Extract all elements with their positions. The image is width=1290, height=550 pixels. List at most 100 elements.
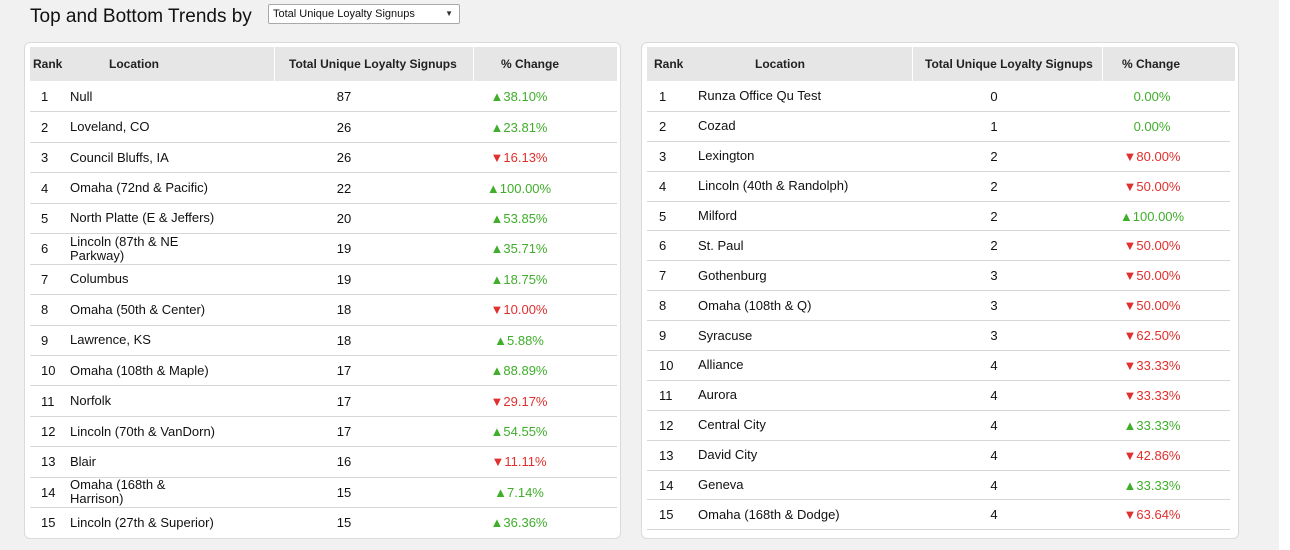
rank-cell: 6 — [659, 238, 667, 254]
location-cell: Omaha (168th & Dodge) — [698, 506, 840, 522]
value-cell: 20 — [336, 210, 352, 226]
change-cell: ▲ 100.00% — [454, 173, 584, 202]
change-value: 38.10% — [503, 89, 548, 105]
table-row[interactable]: 1 Runza Office Qu Test 0 0.00% — [647, 82, 1230, 112]
value-cell: 22 — [336, 180, 352, 196]
table-row[interactable]: 4 Omaha (72nd & Pacific) 22 ▲ 100.00% — [30, 173, 617, 204]
value-cell: 4 — [990, 357, 998, 373]
value-cell: 0 — [990, 88, 998, 104]
table-row[interactable]: 8 Omaha (50th & Center) 18 ▼ 10.00% — [30, 295, 617, 326]
down-arrow-icon: ▼ — [1123, 178, 1137, 194]
table-row[interactable]: 6 St. Paul 2 ▼ 50.00% — [647, 231, 1230, 262]
table-row[interactable]: 3 Lexington 2 ▼ 80.00% — [647, 142, 1230, 172]
table-row[interactable]: 15 Lincoln (27th & Superior) 15 ▲ 36.36% — [30, 508, 617, 538]
table-row[interactable]: 10 Omaha (108th & Maple) 17 ▲ 88.89% — [30, 356, 617, 387]
table-row[interactable]: 12 Central City 4 ▲ 33.33% — [647, 411, 1230, 441]
value-cell: 19 — [336, 241, 352, 257]
change-value: 18.75% — [503, 271, 548, 287]
value-cell: 17 — [336, 363, 352, 379]
change-value: 54.55% — [503, 424, 548, 440]
rank-cell: 11 — [41, 393, 55, 409]
location-cell: Null — [70, 88, 93, 104]
change-header[interactable]: % Change — [1122, 47, 1180, 81]
location-cell: Blair — [70, 453, 97, 469]
change-value: 33.33% — [1136, 387, 1181, 403]
change-value: 36.36% — [503, 515, 548, 531]
location-header[interactable]: Location — [109, 47, 159, 81]
change-value: 29.17% — [503, 393, 548, 409]
rank-cell: 14 — [41, 484, 56, 500]
change-cell: 0.00% — [1087, 112, 1217, 141]
value-cell: 1 — [990, 118, 998, 134]
location-cell: Lincoln (70th & VanDorn) — [70, 423, 216, 439]
rank-cell: 11 — [659, 387, 673, 403]
table-row[interactable]: 5 Milford 2 ▲ 100.00% — [647, 202, 1230, 232]
up-arrow-icon: ▲ — [490, 119, 504, 135]
table-header: Rank Location Total Unique Loyalty Signu… — [647, 47, 1235, 81]
change-header[interactable]: % Change — [501, 47, 559, 81]
table-row[interactable]: 11 Norfolk 17 ▼ 29.17% — [30, 386, 617, 417]
table-row[interactable]: 1 Null 87 ▲ 38.10% — [30, 82, 617, 113]
change-cell: ▲ 53.85% — [454, 204, 584, 233]
change-cell: ▲ 7.14% — [454, 478, 584, 507]
value-cell: 26 — [336, 119, 352, 135]
table-row[interactable]: 14 Omaha (168th & Harrison) 15 ▲ 7.14% — [30, 478, 617, 509]
table-row[interactable]: 4 Lincoln (40th & Randolph) 2 ▼ 50.00% — [647, 172, 1230, 202]
up-arrow-icon: ▲ — [1119, 208, 1133, 224]
value-header[interactable]: Total Unique Loyalty Signups — [925, 47, 1093, 81]
location-cell: Loveland, CO — [70, 119, 150, 135]
table-row[interactable]: 14 Geneva 4 ▲ 33.33% — [647, 471, 1230, 501]
table-row[interactable]: 7 Gothenburg 3 ▼ 50.00% — [647, 261, 1230, 292]
table-row[interactable]: 15 Omaha (168th & Dodge) 4 ▼ 63.64% — [647, 500, 1230, 531]
table-row[interactable]: 13 David City 4 ▼ 42.86% — [647, 441, 1230, 471]
location-cell: Norfolk — [70, 393, 112, 409]
change-value: 33.33% — [1136, 477, 1181, 493]
table-row[interactable]: 7 Columbus 19 ▲ 18.75% — [30, 265, 617, 296]
table-row[interactable]: 12 Lincoln (70th & VanDorn) 17 ▲ 54.55% — [30, 417, 617, 448]
change-value: 63.64% — [1136, 507, 1181, 523]
table-row[interactable]: 2 Cozad 1 0.00% — [647, 112, 1230, 142]
location-cell: North Platte (E & Jeffers) — [70, 210, 215, 226]
rank-header[interactable]: Rank — [654, 47, 683, 81]
metric-dropdown-value: Total Unique Loyalty Signups — [273, 8, 415, 20]
location-cell: Lexington — [698, 148, 755, 164]
location-cell: Columbus — [70, 271, 129, 287]
table-row[interactable]: 5 North Platte (E & Jeffers) 20 ▲ 53.85% — [30, 204, 617, 235]
table-row[interactable]: 13 Blair 16 ▼ 11.11% — [30, 447, 617, 478]
location-cell: Omaha (108th & Q) — [698, 297, 812, 313]
location-cell: Lincoln (40th & Randolph) — [698, 178, 849, 194]
rank-header[interactable]: Rank — [33, 47, 62, 81]
table-row[interactable]: 11 Aurora 4 ▼ 33.33% — [647, 381, 1230, 411]
change-cell: ▲ 5.88% — [454, 326, 584, 355]
change-cell: ▼ 29.17% — [454, 386, 584, 415]
change-value: 42.86% — [1136, 447, 1181, 463]
location-header[interactable]: Location — [755, 47, 805, 81]
rank-cell: 1 — [41, 89, 49, 105]
down-arrow-icon: ▼ — [1123, 447, 1137, 463]
table-row[interactable]: 2 Loveland, CO 26 ▲ 23.81% — [30, 112, 617, 143]
rank-cell: 10 — [41, 363, 56, 379]
table-row[interactable]: 6 Lincoln (87th & NE Parkway) 19 ▲ 35.71% — [30, 234, 617, 265]
change-cell: ▲ 33.33% — [1087, 411, 1217, 440]
value-header[interactable]: Total Unique Loyalty Signups — [289, 47, 457, 81]
value-cell: 18 — [336, 302, 352, 318]
change-cell: ▲ 36.36% — [454, 508, 584, 537]
table-row[interactable]: 10 Alliance 4 ▼ 33.33% — [647, 351, 1230, 381]
table-row[interactable]: 9 Lawrence, KS 18 ▲ 5.88% — [30, 326, 617, 356]
value-cell: 17 — [336, 393, 352, 409]
value-cell: 4 — [990, 387, 998, 403]
location-cell: Council Bluffs, IA — [70, 149, 169, 165]
down-arrow-icon: ▼ — [1123, 148, 1137, 164]
change-value: 7.14% — [507, 484, 544, 500]
table-row[interactable]: 3 Council Bluffs, IA 26 ▼ 16.13% — [30, 143, 617, 174]
value-cell: 15 — [336, 484, 352, 500]
up-arrow-icon: ▲ — [490, 271, 504, 287]
table-header: Rank Location Total Unique Loyalty Signu… — [30, 47, 617, 81]
up-arrow-icon: ▲ — [490, 424, 504, 440]
change-cell: ▲ 23.81% — [454, 112, 584, 141]
change-value: 11.11% — [504, 454, 547, 470]
table-row[interactable]: 8 Omaha (108th & Q) 3 ▼ 50.00% — [647, 291, 1230, 322]
metric-dropdown[interactable]: Total Unique Loyalty Signups ▼ — [268, 4, 460, 24]
value-cell: 2 — [990, 148, 998, 164]
table-row[interactable]: 9 Syracuse 3 ▼ 62.50% — [647, 321, 1230, 352]
